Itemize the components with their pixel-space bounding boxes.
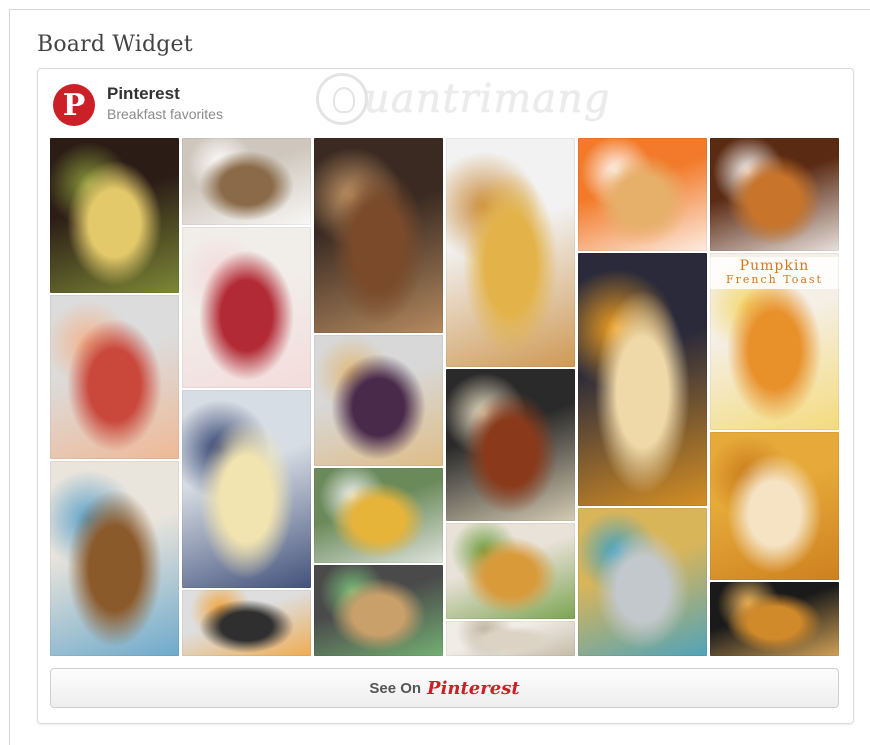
pin-porridge[interactable] xyxy=(446,621,575,656)
pin-pouring-syrup[interactable] xyxy=(314,565,443,656)
board-name[interactable]: Breakfast favorites xyxy=(107,106,223,122)
pin-fruit-plate[interactable] xyxy=(50,295,179,459)
pin-skillet-eggs[interactable] xyxy=(446,369,575,521)
pin-smoothie-bowl[interactable] xyxy=(314,335,443,466)
watermark: uantrimang xyxy=(316,68,611,130)
pin-pumpkin-french-toast[interactable]: Pumpkin French Toast xyxy=(710,253,839,430)
pin-egg-cups[interactable] xyxy=(446,523,575,619)
see-on-label: See On xyxy=(369,679,422,697)
pin-banana-berry-bake[interactable] xyxy=(182,390,311,588)
pin-smoothie-jar[interactable] xyxy=(578,508,707,656)
pin-toasted-squares[interactable] xyxy=(710,582,839,656)
pin-caption: Pumpkin French Toast xyxy=(710,257,839,289)
pin-granola-bowl[interactable] xyxy=(182,138,311,225)
pin-oatmeal-berries[interactable] xyxy=(182,227,311,388)
see-on-pinterest-button[interactable]: See On Pinterest xyxy=(50,668,839,708)
pin-pancakes[interactable] xyxy=(578,138,707,251)
pin-egg-in-biscuit[interactable] xyxy=(578,253,707,506)
pin-bread-pudding[interactable] xyxy=(50,461,179,656)
pinterest-wordmark: Pinterest xyxy=(427,677,520,699)
pin-egg-pan[interactable] xyxy=(182,590,311,656)
pin-frittata[interactable] xyxy=(50,138,179,293)
pin-brunch-spread[interactable] xyxy=(314,468,443,563)
pin-banana-bread[interactable] xyxy=(314,138,443,333)
brand-name[interactable]: Pinterest xyxy=(107,84,180,104)
pin-french-toast-cream[interactable] xyxy=(710,138,839,251)
lightbulb-icon xyxy=(316,73,368,125)
page-title: Board Widget xyxy=(37,32,193,57)
pin-egg-biscuits[interactable] xyxy=(446,138,575,367)
watermark-text: uantrimang xyxy=(364,76,611,122)
pin-baked-bread-dish[interactable] xyxy=(710,432,839,580)
pin-grid: Pumpkin French Toast xyxy=(50,138,840,656)
pinterest-logo-icon[interactable]: P xyxy=(53,84,95,126)
logo-letter: P xyxy=(62,88,86,123)
